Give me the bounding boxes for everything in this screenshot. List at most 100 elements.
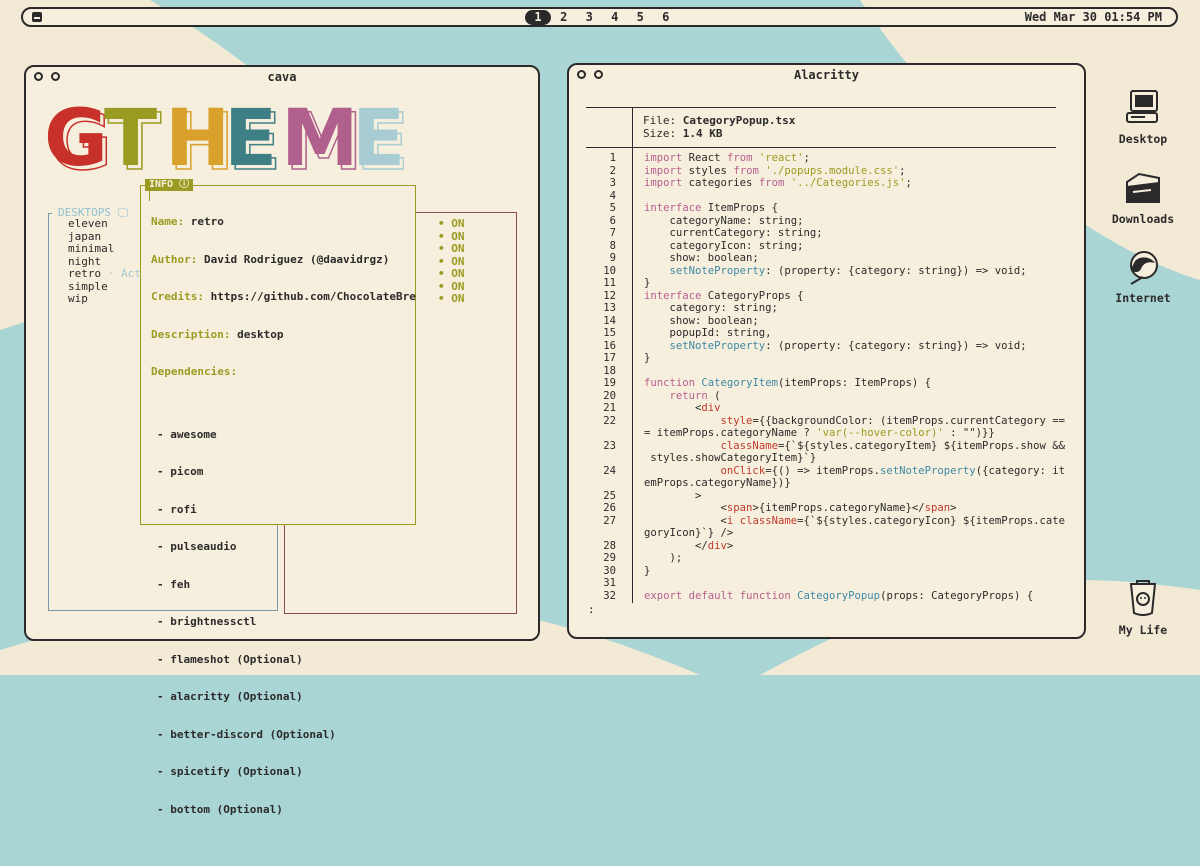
code-line: 15 popupId: string, — [586, 327, 1056, 340]
info-dependencies-label: Dependencies: — [151, 365, 238, 378]
code-line: 30} — [586, 565, 1056, 578]
status-on: • ON — [438, 267, 465, 280]
line-number: 14 — [603, 314, 616, 327]
code-line: 11} — [586, 277, 1056, 290]
code-text: > — [644, 489, 702, 502]
info-name-label: Name: — [151, 215, 185, 228]
desktop-item-label: retro — [68, 267, 102, 280]
logo-letter-g: G — [44, 99, 108, 174]
info-credits-value[interactable]: https://github.com/ChocolateBre — [211, 290, 416, 303]
code-view[interactable]: 1 import React from 'react'; 2 import style… — [586, 152, 1065, 603]
file-size: 1.4 KB — [682, 126, 723, 140]
window-title: Alacritty — [793, 68, 860, 82]
status-list: • ON • ON • ON • ON • ON • ON • ON — [438, 217, 465, 306]
code-text: interface CategoryProps { — [644, 289, 804, 302]
code-line: 31 — [586, 577, 1056, 590]
file-info: File: CategoryPopup.tsx Size: 1.4 KB — [643, 114, 795, 140]
code-text: } — [644, 277, 651, 289]
code-text: <i className={`${styles.categoryIcon} ${… — [644, 514, 1065, 527]
line-number: 28 — [603, 539, 616, 552]
code-line: 13 category: string; — [586, 302, 1056, 315]
line-number: 1 — [609, 152, 616, 164]
info-credits-label: Credits: — [151, 290, 204, 303]
line-number: 6 — [609, 214, 616, 227]
size-label: Size: — [643, 126, 677, 140]
workspace-4[interactable]: 4 — [602, 10, 628, 25]
code-line: goryIcon}`} /> — [586, 527, 1056, 540]
dependency-item: - awesome — [157, 427, 217, 441]
code-text: <span>{itemProps.categoryName}</span> — [644, 502, 957, 514]
code-line: 4 — [586, 190, 1056, 203]
gtheme-logo-art: G G T T H H E E M M E E — [44, 94, 410, 189]
code-line: = itemProps.categoryName ? 'var(--hover-… — [586, 427, 1056, 440]
logo-letter-h: H — [165, 99, 230, 174]
dependency-item: - flameshot (Optional) — [157, 652, 303, 666]
line-number: 4 — [609, 189, 616, 202]
status-on: • ON — [438, 292, 465, 305]
desktop-item[interactable]: wip — [68, 292, 141, 306]
line-number: 32 — [603, 589, 616, 602]
divider — [586, 107, 1056, 108]
code-text: import styles from './popups.module.css'… — [644, 164, 906, 177]
code-text: style={{backgroundColor: (itemProps.curr… — [720, 414, 1065, 427]
code-line: 12 interface CategoryProps { — [586, 290, 1056, 303]
shortcut-label: Downloads — [1111, 212, 1175, 226]
line-number: 23 — [603, 439, 616, 452]
internet-shortcut[interactable]: Internet — [1103, 247, 1183, 305]
pager-prompt[interactable]: : — [588, 603, 595, 616]
info-author-label: Author: — [151, 252, 198, 266]
dependency-item: - pulseaudio — [157, 540, 237, 553]
code-text: categoryName: string; — [644, 214, 804, 227]
code-text: import categories from '../Categories.js… — [644, 177, 912, 189]
desktop-item[interactable]: eleven — [68, 217, 141, 231]
top-bar: 1 2 3 4 5 6 Wed Mar 30 01:54 PM — [21, 7, 1178, 27]
code-text: show: boolean; — [644, 252, 759, 264]
code-line: 10 setNoteProperty: (property: {category… — [586, 265, 1056, 278]
workspace-1[interactable]: 1 — [525, 10, 551, 25]
file-label: File: — [643, 114, 677, 127]
line-number: 2 — [609, 164, 616, 177]
code-text: currentCategory: string; — [644, 227, 823, 239]
desktop-item-active[interactable]: retro · Act — [68, 267, 141, 281]
code-line: 32 export default function CategoryPopup(… — [586, 590, 1056, 603]
line-number: 22 — [603, 414, 616, 427]
cava-window[interactable]: cava G G T T H H E E M M E E DESKTOPS � — [24, 65, 540, 815]
code-line: 17} — [586, 352, 1056, 365]
code-line: 14 show: boolean; — [586, 315, 1056, 328]
code-line: 20 return ( — [586, 390, 1056, 403]
line-number: 17 — [603, 352, 616, 364]
info-description-value: desktop — [237, 327, 284, 341]
folder-icon — [1126, 172, 1160, 203]
shortcut-label: Internet — [1115, 291, 1171, 305]
desktops-list: eleven japan minimal night retro · Act s… — [68, 217, 141, 306]
code-line: 1 import React from 'react'; — [586, 152, 1056, 165]
my-life-shortcut[interactable]: My Life — [1103, 579, 1183, 637]
code-line: 29 ); — [586, 552, 1056, 565]
pocket-icon — [1129, 580, 1157, 616]
code-text: goryIcon}`} /> — [644, 527, 734, 539]
workspace-3[interactable]: 3 — [577, 10, 603, 25]
dependency-item: - bottom (Optional) — [157, 802, 283, 816]
code-text: export default function CategoryPopup(pr… — [644, 589, 1034, 602]
line-number: 26 — [603, 502, 616, 514]
desktop-item[interactable]: minimal — [68, 242, 141, 256]
launcher-icon[interactable] — [32, 12, 42, 22]
desktop-shortcut[interactable]: Desktop — [1103, 88, 1183, 146]
line-number: 21 — [603, 402, 616, 414]
info-description-label: Description: — [151, 327, 231, 341]
dependency-item: - rofi — [157, 502, 197, 516]
code-text: function CategoryItem(itemProps: ItemPro… — [644, 377, 932, 389]
info-name-value: retro — [190, 215, 224, 228]
logo-letter-e2: E — [352, 99, 404, 174]
dependency-item: - picom — [157, 465, 204, 478]
workspace-2[interactable]: 2 — [551, 10, 577, 25]
workspace-6[interactable]: 6 — [653, 10, 679, 25]
line-number: 5 — [609, 202, 616, 214]
alacritty-window[interactable]: Alacritty File: CategoryPopup.tsx Size: … — [567, 63, 1086, 639]
code-line: 3 import categories from '../Categories.j… — [586, 177, 1056, 190]
line-number: 24 — [603, 464, 616, 477]
line-number: 15 — [603, 327, 616, 339]
computer-icon — [1126, 90, 1158, 123]
workspace-5[interactable]: 5 — [628, 10, 654, 25]
downloads-shortcut[interactable]: Downloads — [1103, 168, 1183, 226]
